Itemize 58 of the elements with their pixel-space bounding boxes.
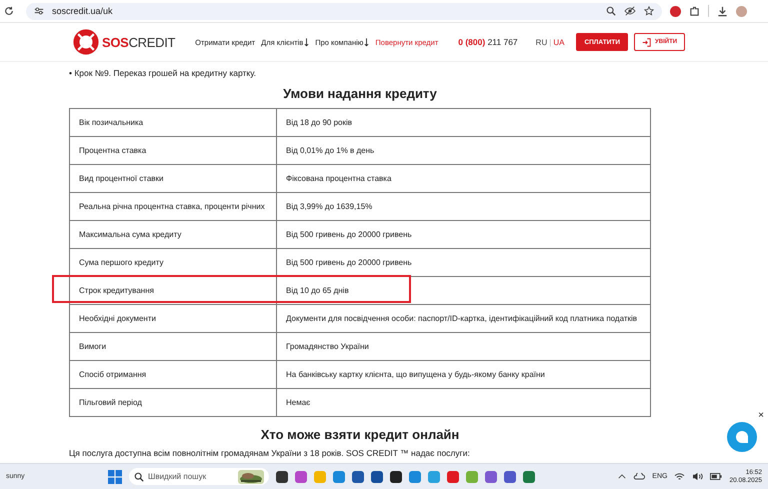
table-cell: Максимальна сума кредиту bbox=[70, 220, 276, 248]
speaker-icon[interactable] bbox=[692, 472, 704, 481]
intro-paragraph: Ця послуга доступна всім повнолітнім громадянам України з 18 років. SOS CREDIT ™ надає послуги: bbox=[69, 448, 471, 458]
download-icon[interactable] bbox=[717, 6, 728, 16]
language-link[interactable]: UA bbox=[553, 38, 564, 46]
table-cell: Документи для посвідчення особи: паспорт/ID-картка, ідентифікаційний код платника податків bbox=[276, 304, 650, 332]
table-cell: Реальна річна процентна ставка, проценти річних bbox=[70, 192, 276, 220]
logo-text[interactable]: SOSCREDIT bbox=[102, 34, 176, 50]
table-cell: Від 18 до 90 років bbox=[276, 108, 650, 136]
wifi-icon[interactable] bbox=[674, 472, 686, 481]
table-cell: Від 500 гривень до 20000 гривень bbox=[276, 220, 650, 248]
zoom-icon[interactable] bbox=[606, 6, 616, 16]
table-cell: Пільговий період bbox=[70, 388, 276, 416]
reload-icon[interactable] bbox=[4, 6, 14, 16]
address-bar[interactable]: soscredit.ua/uk bbox=[26, 2, 662, 20]
taskbar-app-icon[interactable] bbox=[390, 470, 402, 482]
speech-bubble-icon bbox=[735, 430, 749, 444]
table-cell: Процентна ставка bbox=[70, 136, 276, 164]
eye-slash-icon[interactable] bbox=[624, 6, 636, 16]
taskbar-app-icon[interactable] bbox=[370, 470, 383, 482]
arrow-down-icon bbox=[364, 38, 370, 46]
chevron-up-icon[interactable] bbox=[618, 474, 626, 479]
cloud-icon[interactable] bbox=[633, 473, 646, 480]
chat-button[interactable] bbox=[727, 422, 757, 452]
step-text: • Крок №9. Переказ грошей на кредитну картку. bbox=[69, 68, 258, 78]
windows-start-icon[interactable] bbox=[108, 470, 122, 484]
language-separator: | bbox=[549, 38, 552, 46]
table-cell: Строк кредитування bbox=[70, 276, 276, 304]
table-cell: На банківську картку клієнта, що випущена у будь-якому банку країни bbox=[276, 360, 650, 388]
table-cell: Сума першого кредиту bbox=[70, 248, 276, 276]
search-field[interactable]: Швидкий пошук bbox=[128, 468, 269, 485]
table-cell: Спосіб отримання bbox=[70, 360, 276, 388]
section-heading: Хто може взяти кредит онлайн bbox=[260, 427, 460, 442]
taskbar-app-icon[interactable] bbox=[352, 470, 364, 482]
section-heading: Умови надання кредиту bbox=[282, 86, 438, 101]
table-cell: Необхідні документи bbox=[70, 304, 276, 332]
arrow-down-icon bbox=[304, 38, 310, 46]
language-link[interactable]: RU bbox=[536, 38, 548, 46]
close-chat-icon[interactable]: × bbox=[758, 410, 764, 421]
table-cell: Вимоги bbox=[70, 332, 276, 360]
table-cell: Від 0,01% до 1% в день bbox=[276, 136, 650, 164]
search-icon bbox=[134, 472, 144, 482]
puzzle-icon[interactable] bbox=[689, 6, 700, 16]
table-cell: Фіксована процентна ставка bbox=[276, 164, 650, 192]
lifebuoy-icon bbox=[73, 29, 99, 55]
star-icon[interactable] bbox=[644, 6, 654, 16]
table-cell: Немає bbox=[276, 388, 650, 416]
adblock-icon[interactable] bbox=[670, 6, 681, 16]
battery-icon[interactable] bbox=[710, 473, 722, 480]
taskbar-app-icon[interactable] bbox=[276, 470, 288, 482]
table-cell: Від 3,99% до 1639,15% bbox=[276, 192, 650, 220]
table-cell: Вік позичальника bbox=[70, 108, 276, 136]
table-cell: Вид процентної ставки bbox=[70, 164, 276, 192]
phone-number[interactable]: 0 (800) 211 767 bbox=[458, 37, 518, 47]
url-text: soscredit.ua/uk bbox=[52, 6, 113, 16]
login-icon bbox=[642, 38, 652, 46]
site-settings-icon[interactable] bbox=[34, 6, 44, 16]
table-cell: Громадянство України bbox=[276, 332, 650, 360]
